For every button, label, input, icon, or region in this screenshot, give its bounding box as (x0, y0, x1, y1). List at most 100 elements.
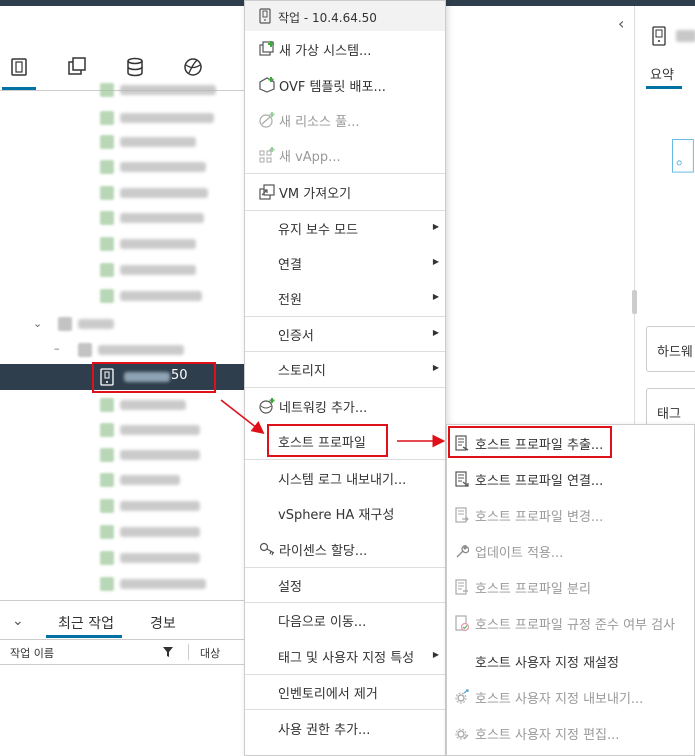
col-target[interactable]: 대상 (200, 645, 220, 661)
menu-item-label: 인벤토리에서 제거 (278, 687, 378, 702)
add-networking-icon (259, 398, 275, 414)
host-profiles-highlight (267, 424, 388, 457)
submenu-item-label: 호스트 프로파일 연결... (475, 474, 604, 489)
submenu-item-check-compliance[interactable]: 호스트 프로파일 규정 준수 여부 검사 (447, 605, 695, 641)
submenu-arrow-icon: ▶ (432, 222, 439, 231)
scrollbar[interactable] (632, 290, 637, 314)
menu-item-label: 라이센스 할당... (279, 544, 368, 559)
menu-item-label: 새 가상 시스템... (279, 44, 372, 59)
menu-item-new-vapp[interactable]: 새 vApp... (245, 137, 445, 173)
menu-item-label: 사용 권한 추가... (278, 723, 371, 738)
tree-item[interactable] (0, 108, 244, 128)
menu-item-label: 시스템 로그 내보내기... (278, 473, 407, 488)
menu-item-export-system-logs[interactable]: 시스템 로그 내보내기... (245, 460, 445, 496)
tab-summary[interactable]: 요약 (650, 64, 674, 83)
menu-item-add-permission[interactable]: 사용 권한 추가... (245, 710, 445, 746)
tree-item[interactable] (0, 522, 244, 542)
datacenter-item[interactable]: ⌄ (0, 314, 244, 334)
menu-item-connection[interactable]: 연결 ▶ (245, 245, 445, 281)
menu-item-deploy-ovf[interactable]: OVF 템플릿 배포... (245, 67, 445, 103)
submenu-arrow-icon: ▶ (432, 363, 439, 372)
tab-alarms[interactable]: 경보 (150, 613, 176, 633)
submenu-item-label: 업데이트 적용... (475, 546, 564, 561)
menu-item-add-networking[interactable]: 네트워킹 추가... (245, 388, 445, 424)
tree-item[interactable] (0, 157, 244, 177)
chevron-down-icon[interactable]: ⌄ (33, 317, 42, 330)
menu-item-label: 다음으로 이동... (278, 615, 367, 630)
key-icon (259, 542, 275, 556)
collapse-dash-icon[interactable]: – (54, 342, 60, 355)
tree-item[interactable] (0, 234, 244, 254)
tree-item[interactable] (0, 132, 244, 152)
tree-item[interactable] (0, 395, 244, 415)
tree-item[interactable] (0, 470, 244, 490)
submenu-arrow-icon: ▶ (432, 650, 439, 659)
tasks-table-header: 작업 이름 대상 (0, 639, 244, 665)
tree-item[interactable] (0, 496, 244, 516)
submenu-item-export-customizations[interactable]: 호스트 사용자 지정 내보내기... (447, 679, 695, 715)
submenu-item-change-host-profile[interactable]: 호스트 프로파일 변경... (447, 497, 695, 533)
menu-item-label: 태그 및 사용자 지정 특성 (278, 651, 415, 666)
column-divider[interactable] (188, 644, 189, 660)
hosts-clusters-icon[interactable] (8, 56, 34, 82)
menu-item-new-vm[interactable]: 새 가상 시스템... (245, 31, 445, 67)
menu-item-move-to[interactable]: 다음으로 이동... (245, 602, 445, 638)
tree-item[interactable] (0, 420, 244, 440)
menu-item-remove-from-inventory[interactable]: 인벤토리에서 제거 (245, 674, 445, 710)
host-title-redacted (676, 30, 695, 42)
wrench-icon (456, 545, 469, 558)
tab-recent-tasks[interactable]: 최근 작업 (58, 613, 114, 633)
tree-item[interactable] (0, 183, 244, 203)
host-profiles-submenu: 호스트 프로파일 추출... 호스트 프로파일 연결... 호스트 프로파일 변… (446, 424, 695, 756)
menu-item-label: 스토리지 (278, 364, 326, 379)
tree-item[interactable] (0, 574, 244, 594)
actions-context-menu: 작업 - 10.4.64.50 새 가상 시스템... OVF 템플릿 배포..… (244, 0, 446, 756)
menu-item-maintenance-mode[interactable]: 유지 보수 모드 ▶ (245, 210, 445, 246)
extract-profile-highlight (448, 426, 612, 458)
tab-active-indicator (46, 635, 122, 638)
cluster-item[interactable]: – (0, 340, 244, 360)
submenu-arrow-icon: ▶ (432, 328, 439, 337)
menu-item-new-resource-pool[interactable]: 새 리소스 풀... (245, 102, 445, 138)
menu-item-storage[interactable]: 스토리지 ▶ (245, 351, 445, 387)
menu-item-label: 새 vApp... (279, 150, 341, 165)
gear-edit-icon (455, 728, 469, 740)
collapse-left-icon[interactable]: ‹ (618, 14, 624, 33)
menu-item-reconfigure-ha[interactable]: vSphere HA 재구성 (245, 495, 445, 531)
hardware-card[interactable]: 하드웨 (646, 326, 695, 372)
recent-tasks-panel: ⌄ 최근 작업 경보 작업 이름 대상 (0, 600, 244, 756)
submenu-item-detach-host-profile[interactable]: 호스트 프로파일 분리 (447, 569, 695, 605)
filter-icon[interactable] (163, 646, 173, 657)
tree-item[interactable] (0, 445, 244, 465)
menu-item-tags-attributes[interactable]: 태그 및 사용자 지정 특성 ▶ (245, 638, 445, 674)
submenu-arrow-icon: ▶ (432, 257, 439, 266)
submenu-arrow-icon: ▶ (432, 292, 439, 301)
storage-icon[interactable] (124, 56, 150, 82)
submenu-item-attach-host-profile[interactable]: 호스트 프로파일 연결... (447, 461, 695, 497)
submenu-item-label: 호스트 프로파일 분리 (475, 582, 591, 597)
menu-item-label: 네트워킹 추가... (279, 401, 368, 416)
menu-item-certificates[interactable]: 인증서 ▶ (245, 316, 445, 352)
tree-item[interactable] (0, 80, 244, 100)
col-task-name[interactable]: 작업 이름 (10, 645, 54, 661)
hardware-card-title: 하드웨 (657, 345, 693, 360)
vms-templates-icon[interactable] (66, 56, 92, 82)
menu-header: 작업 - 10.4.64.50 (245, 1, 445, 31)
tree-item[interactable] (0, 548, 244, 568)
menu-item-assign-license[interactable]: 라이센스 할당... (245, 531, 445, 567)
tree-item[interactable] (0, 286, 244, 306)
tree-item[interactable] (0, 260, 244, 280)
menu-item-import-vm[interactable]: VM 가져오기 (245, 174, 445, 210)
menu-header-title: 작업 - 10.4.64.50 (278, 11, 377, 25)
submenu-item-remediate[interactable]: 업데이트 적용... (447, 533, 695, 569)
tree-item[interactable] (0, 208, 244, 228)
tags-card-title: 태그 (657, 407, 681, 422)
menu-item-label: vSphere HA 재구성 (278, 508, 395, 523)
collapse-panel-icon[interactable]: ⌄ (12, 613, 24, 629)
submenu-item-edit-customizations[interactable]: 호스트 사용자 지정 편집... (447, 715, 695, 751)
host-illustration (672, 139, 694, 173)
networking-icon[interactable] (182, 56, 208, 82)
submenu-item-reset-customizations[interactable]: 호스트 사용자 지정 재설정 (447, 643, 695, 679)
menu-item-settings[interactable]: 설정 (245, 567, 445, 603)
menu-item-power[interactable]: 전원 ▶ (245, 280, 445, 316)
